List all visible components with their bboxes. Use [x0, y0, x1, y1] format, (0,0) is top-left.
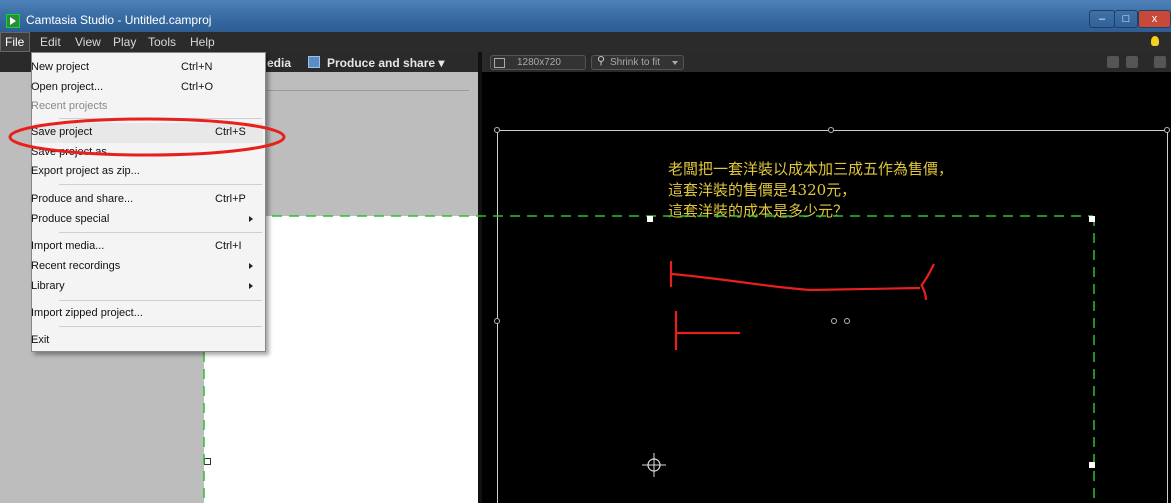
annotation-overlay	[8, 117, 286, 157]
red-highlight-ellipse	[8, 117, 286, 157]
